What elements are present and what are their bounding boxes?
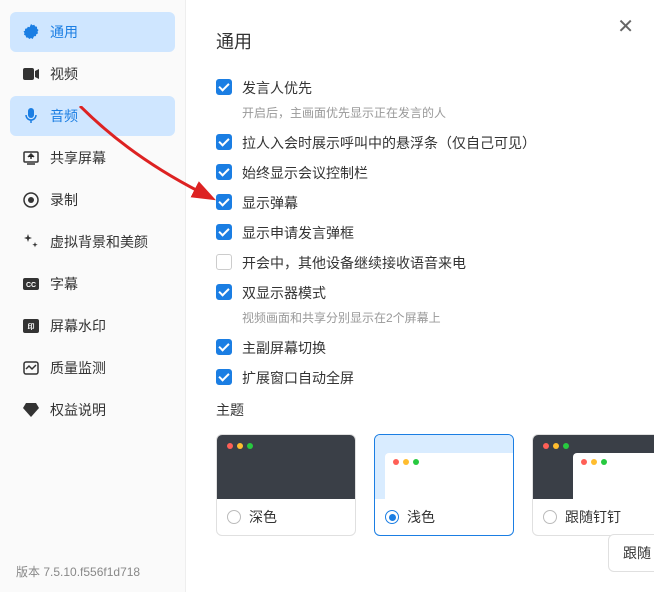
sidebar-item-audio[interactable]: 音频 xyxy=(10,96,175,136)
theme-card-follow[interactable]: 跟随钉钉 xyxy=(532,434,654,536)
checkbox-icon[interactable] xyxy=(216,339,232,355)
theme-label: 深色 xyxy=(249,507,277,527)
page-title: 通用 xyxy=(216,28,634,54)
sidebar-item-label: 质量监测 xyxy=(50,358,106,378)
checkbox-icon[interactable] xyxy=(216,194,232,210)
theme-card-light[interactable]: 浅色 xyxy=(374,434,514,536)
sidebar-item-subtitle[interactable]: CC 字幕 xyxy=(10,264,175,304)
close-button[interactable]: ✕ xyxy=(617,14,634,39)
diamond-icon xyxy=(22,401,40,419)
sidebar-item-label: 录制 xyxy=(50,190,78,210)
sidebar-item-watermark[interactable]: 印 屏幕水印 xyxy=(10,306,175,346)
option-show-danmu[interactable]: 显示弹幕 xyxy=(216,193,634,213)
option-always-show-bar[interactable]: 始终显示会议控制栏 xyxy=(216,163,634,183)
watermark-icon: 印 xyxy=(22,317,40,335)
checkbox-icon[interactable] xyxy=(216,284,232,300)
option-expand-fullscreen[interactable]: 扩展窗口自动全屏 xyxy=(216,368,634,388)
radio-icon[interactable] xyxy=(543,510,557,524)
checkbox-icon[interactable] xyxy=(216,134,232,150)
hint-text: 开启后，主画面优先显示正在发言的人 xyxy=(242,104,634,121)
cc-icon: CC xyxy=(22,275,40,293)
version-label: 版本 7.5.10.f556f1d718 xyxy=(0,551,185,592)
svg-text:CC: CC xyxy=(26,282,36,289)
checkbox-icon[interactable] xyxy=(216,254,232,270)
option-dual-monitor[interactable]: 双显示器模式 xyxy=(216,283,634,303)
sidebar-item-label: 音频 xyxy=(50,106,78,126)
theme-options: 深色 浅色 xyxy=(216,434,634,536)
sparkle-icon xyxy=(22,233,40,251)
radio-icon[interactable] xyxy=(227,510,241,524)
monitor-icon xyxy=(22,359,40,377)
share-icon xyxy=(22,149,40,167)
checkbox-icon[interactable] xyxy=(216,164,232,180)
sidebar-item-label: 权益说明 xyxy=(50,400,106,420)
gear-icon xyxy=(22,23,40,41)
checkbox-icon[interactable] xyxy=(216,224,232,240)
sidebar-item-label: 通用 xyxy=(50,22,78,42)
sidebar-item-general[interactable]: 通用 xyxy=(10,12,175,52)
checkbox-icon[interactable] xyxy=(216,79,232,95)
theme-section-label: 主题 xyxy=(216,400,634,420)
theme-label: 浅色 xyxy=(407,507,435,527)
follow-button[interactable]: 跟随 xyxy=(608,534,654,572)
sidebar-item-record[interactable]: 录制 xyxy=(10,180,175,220)
sidebar-item-label: 虚拟背景和美颜 xyxy=(50,232,148,252)
theme-preview xyxy=(533,435,654,499)
option-main-sub-switch[interactable]: 主副屏幕切换 xyxy=(216,338,634,358)
video-icon xyxy=(22,65,40,83)
option-speaker-priority[interactable]: 发言人优先 xyxy=(216,78,634,98)
checkbox-icon[interactable] xyxy=(216,369,232,385)
sidebar-item-virtual-bg[interactable]: 虚拟背景和美颜 xyxy=(10,222,175,262)
sidebar: 通用 视频 音频 共享屏幕 xyxy=(0,0,186,592)
mic-icon xyxy=(22,107,40,125)
sidebar-item-label: 视频 xyxy=(50,64,78,84)
theme-preview xyxy=(375,435,513,499)
sidebar-item-rights[interactable]: 权益说明 xyxy=(10,390,175,430)
radio-icon[interactable] xyxy=(385,510,399,524)
hint-text: 视频画面和共享分别显示在2个屏幕上 xyxy=(242,309,634,326)
option-show-request-frame[interactable]: 显示申请发言弹框 xyxy=(216,223,634,243)
option-continue-voice[interactable]: 开会中，其他设备继续接收语音来电 xyxy=(216,253,634,273)
sidebar-item-quality[interactable]: 质量监测 xyxy=(10,348,175,388)
theme-preview xyxy=(217,435,355,499)
main-panel: ✕ 通用 发言人优先 开启后，主画面优先显示正在发言的人 拉人入会时展示呼叫中的… xyxy=(186,0,654,592)
theme-label: 跟随钉钉 xyxy=(565,507,621,527)
sidebar-item-label: 共享屏幕 xyxy=(50,148,106,168)
sidebar-item-label: 屏幕水印 xyxy=(50,316,106,336)
sidebar-item-share[interactable]: 共享屏幕 xyxy=(10,138,175,178)
sidebar-item-video[interactable]: 视频 xyxy=(10,54,175,94)
record-icon xyxy=(22,191,40,209)
theme-card-dark[interactable]: 深色 xyxy=(216,434,356,536)
sidebar-item-label: 字幕 xyxy=(50,274,78,294)
option-pull-join[interactable]: 拉人入会时展示呼叫中的悬浮条（仅自己可见） xyxy=(216,133,634,153)
svg-text:印: 印 xyxy=(28,322,35,331)
